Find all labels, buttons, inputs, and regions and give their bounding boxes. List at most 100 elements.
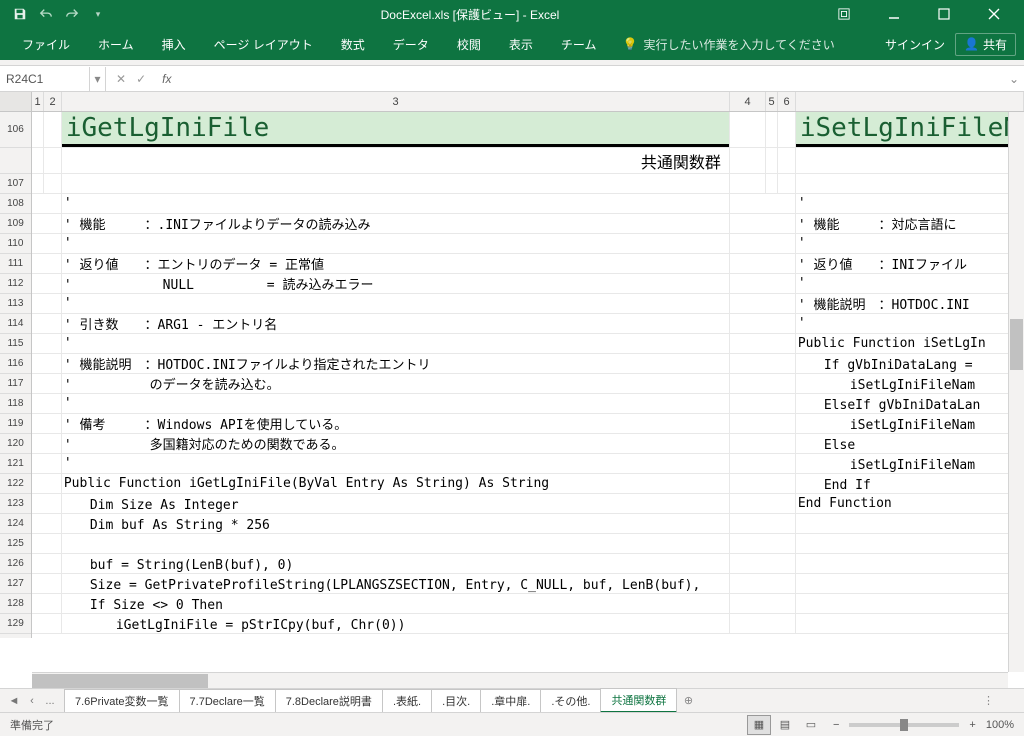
undo-icon[interactable] [34,3,58,25]
row-header[interactable]: 113 [0,294,31,314]
row-header[interactable]: 122 [0,474,31,494]
tab-home[interactable]: ホーム [84,28,148,60]
view-pagebreak-icon[interactable]: ▭ [799,715,823,735]
code-line: Dim buf As String * 256 [62,514,730,533]
code-line: Dim Size As Integer [62,494,730,513]
code-line [62,534,730,553]
row-header[interactable]: 106 [0,112,31,148]
qat-dropdown-icon[interactable]: ▾ [86,3,110,25]
select-all-corner[interactable] [0,92,32,111]
row-header[interactable]: 117 [0,374,31,394]
row-header[interactable]: 116 [0,354,31,374]
zoom-slider[interactable] [849,723,959,727]
code-line: ' 多国籍対応のための関数である。 [62,434,730,453]
row-header[interactable]: 118 [0,394,31,414]
tab-review[interactable]: 校閲 [443,28,495,60]
name-box[interactable]: R24C1 [0,67,90,91]
formula-bar[interactable] [177,67,1004,91]
code-line: Public Function iGetLgIniFile(ByVal Entr… [62,474,730,493]
zoom-in-icon[interactable]: + [969,719,975,731]
enter-formula-icon[interactable]: ✓ [136,72,146,86]
col-1[interactable]: 1 [32,92,44,111]
row-header[interactable]: 112 [0,274,31,294]
tab-prev-icon[interactable]: ‹ [24,695,40,707]
row-header[interactable]: 129 [0,614,31,634]
code-line: ' [62,454,730,473]
row-header[interactable]: 111 [0,254,31,274]
tab-options-icon[interactable]: ⋮ [983,694,1024,707]
view-pagelayout-icon[interactable]: ▤ [773,715,797,735]
minimize-button[interactable] [872,0,916,28]
row-header[interactable]: 121 [0,454,31,474]
row-header[interactable]: 123 [0,494,31,514]
row-header[interactable]: 115 [0,334,31,354]
col-4[interactable]: 4 [730,92,766,111]
sheet-tab[interactable]: 7.8Declare説明書 [275,689,383,712]
row-header[interactable]: 125 [0,534,31,554]
sheet-tab[interactable]: .その他. [540,689,601,712]
code-line: If gVbIniDataLang = [796,354,1024,373]
tab-team[interactable]: チーム [547,28,611,60]
window-title: DocExcel.xls [保護ビュー] - Excel [118,6,822,23]
tell-me-search[interactable]: 💡 実行したい作業を入力してください [622,36,834,53]
row-header[interactable]: 108 [0,194,31,214]
code-line: If Size <> 0 Then [62,594,730,613]
lightbulb-icon: 💡 [622,37,637,51]
tab-first-icon[interactable]: ◄ [6,695,22,707]
share-button[interactable]: 👤 共有 [955,33,1016,56]
row-header[interactable] [0,148,31,174]
tab-file[interactable]: ファイル [8,28,84,60]
tab-more-icon[interactable]: ... [42,695,58,707]
code-line: End If [796,474,1024,493]
row-header[interactable]: 109 [0,214,31,234]
row-header[interactable]: 127 [0,574,31,594]
code-line: ' 機能説明 ：HOTDOC.INIファイルより指定されたエントリ [62,354,730,373]
view-normal-icon[interactable]: ▦ [747,715,771,735]
tab-pagelayout[interactable]: ページ レイアウト [200,28,327,60]
tab-view[interactable]: 表示 [495,28,547,60]
code-line: iGetLgIniFile = pStrICpy(buf, Chr(0)) [62,614,730,633]
zoom-level[interactable]: 100% [986,719,1014,731]
sheet-tab-active[interactable]: 共通関数群 [600,688,677,713]
tab-formula[interactable]: 数式 [327,28,379,60]
tab-data[interactable]: データ [379,28,443,60]
row-header[interactable]: 119 [0,414,31,434]
sheet-tab[interactable]: 7.7Declare一覧 [179,689,276,712]
sheet-tab[interactable]: .目次. [431,689,481,712]
formula-expand-icon[interactable]: ⌄ [1004,72,1024,86]
zoom-out-icon[interactable]: − [833,719,839,731]
code-line: ' [62,234,730,253]
namebox-dropdown-icon[interactable]: ▾ [90,67,106,91]
cancel-formula-icon[interactable]: ✕ [116,72,126,86]
close-button[interactable] [972,0,1016,28]
row-header[interactable]: 120 [0,434,31,454]
tab-insert[interactable]: 挿入 [148,28,200,60]
sheet-tab[interactable]: .章中扉. [480,689,541,712]
col-3[interactable]: 3 [62,92,730,111]
save-icon[interactable] [8,3,32,25]
row-header[interactable]: 107 [0,174,31,194]
new-sheet-icon[interactable]: ⊕ [676,694,700,707]
row-header[interactable]: 126 [0,554,31,574]
maximize-button[interactable] [922,0,966,28]
sheet-tab[interactable]: 7.6Private変数一覧 [64,689,180,712]
col-5[interactable]: 5 [766,92,778,111]
row-header[interactable]: 114 [0,314,31,334]
signin-link[interactable]: サインイン [885,36,945,53]
sheet-tab[interactable]: .表紙. [382,689,432,712]
vertical-scrollbar[interactable] [1008,112,1024,672]
col-6[interactable]: 6 [778,92,796,111]
code-line: ' 備考 ：Windows APIを使用している。 [62,414,730,433]
code-line: ' [62,194,730,213]
ribbon-options-icon[interactable] [822,0,866,28]
fx-icon[interactable]: fx [156,72,177,86]
row-header[interactable]: 110 [0,234,31,254]
row-header[interactable]: 124 [0,514,31,534]
col-2[interactable]: 2 [44,92,62,111]
code-line: ' 返り値 ：INIファイル [796,254,1024,273]
code-line: Else [796,434,1024,453]
redo-icon[interactable] [60,3,84,25]
code-line: ' 返り値 ：エントリのデータ = 正常値 [62,254,730,273]
horizontal-scrollbar[interactable] [32,672,1008,688]
row-header[interactable]: 128 [0,594,31,614]
